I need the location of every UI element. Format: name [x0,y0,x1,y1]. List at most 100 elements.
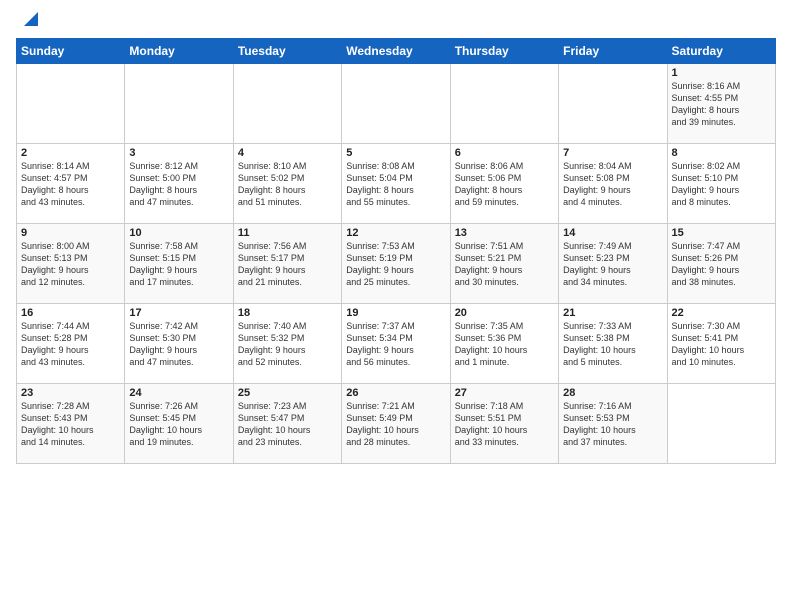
day-info: Sunrise: 7:26 AM Sunset: 5:45 PM Dayligh… [129,400,228,449]
day-number: 11 [238,227,337,239]
calendar-cell: 26Sunrise: 7:21 AM Sunset: 5:49 PM Dayli… [342,384,450,464]
calendar-cell: 11Sunrise: 7:56 AM Sunset: 5:17 PM Dayli… [233,224,341,304]
day-info: Sunrise: 7:37 AM Sunset: 5:34 PM Dayligh… [346,320,445,369]
day-info: Sunrise: 7:28 AM Sunset: 5:43 PM Dayligh… [21,400,120,449]
day-info: Sunrise: 8:08 AM Sunset: 5:04 PM Dayligh… [346,160,445,209]
day-info: Sunrise: 7:16 AM Sunset: 5:53 PM Dayligh… [563,400,662,449]
calendar-cell: 3Sunrise: 8:12 AM Sunset: 5:00 PM Daylig… [125,144,233,224]
day-info: Sunrise: 7:33 AM Sunset: 5:38 PM Dayligh… [563,320,662,369]
day-header-friday: Friday [559,39,667,64]
day-number: 19 [346,307,445,319]
calendar-cell [342,64,450,144]
day-number: 6 [455,147,554,159]
day-info: Sunrise: 7:53 AM Sunset: 5:19 PM Dayligh… [346,240,445,289]
calendar-cell: 19Sunrise: 7:37 AM Sunset: 5:34 PM Dayli… [342,304,450,384]
day-number: 28 [563,387,662,399]
calendar-cell: 28Sunrise: 7:16 AM Sunset: 5:53 PM Dayli… [559,384,667,464]
calendar-cell: 20Sunrise: 7:35 AM Sunset: 5:36 PM Dayli… [450,304,558,384]
calendar-cell: 14Sunrise: 7:49 AM Sunset: 5:23 PM Dayli… [559,224,667,304]
day-info: Sunrise: 7:18 AM Sunset: 5:51 PM Dayligh… [455,400,554,449]
day-number: 12 [346,227,445,239]
day-number: 23 [21,387,120,399]
calendar-cell [559,64,667,144]
calendar-week-3: 9Sunrise: 8:00 AM Sunset: 5:13 PM Daylig… [17,224,776,304]
day-number: 16 [21,307,120,319]
calendar-week-1: 1Sunrise: 8:16 AM Sunset: 4:55 PM Daylig… [17,64,776,144]
calendar-cell: 12Sunrise: 7:53 AM Sunset: 5:19 PM Dayli… [342,224,450,304]
day-number: 1 [672,67,771,79]
day-info: Sunrise: 7:47 AM Sunset: 5:26 PM Dayligh… [672,240,771,289]
day-number: 26 [346,387,445,399]
day-number: 25 [238,387,337,399]
day-number: 24 [129,387,228,399]
calendar-cell: 24Sunrise: 7:26 AM Sunset: 5:45 PM Dayli… [125,384,233,464]
day-info: Sunrise: 8:10 AM Sunset: 5:02 PM Dayligh… [238,160,337,209]
calendar-cell [450,64,558,144]
calendar-week-5: 23Sunrise: 7:28 AM Sunset: 5:43 PM Dayli… [17,384,776,464]
day-info: Sunrise: 8:02 AM Sunset: 5:10 PM Dayligh… [672,160,771,209]
day-info: Sunrise: 7:44 AM Sunset: 5:28 PM Dayligh… [21,320,120,369]
day-number: 10 [129,227,228,239]
calendar-cell [17,64,125,144]
day-number: 22 [672,307,771,319]
day-info: Sunrise: 7:49 AM Sunset: 5:23 PM Dayligh… [563,240,662,289]
day-info: Sunrise: 7:58 AM Sunset: 5:15 PM Dayligh… [129,240,228,289]
day-number: 18 [238,307,337,319]
day-number: 8 [672,147,771,159]
day-header-wednesday: Wednesday [342,39,450,64]
calendar-cell: 1Sunrise: 8:16 AM Sunset: 4:55 PM Daylig… [667,64,775,144]
day-info: Sunrise: 7:42 AM Sunset: 5:30 PM Dayligh… [129,320,228,369]
day-info: Sunrise: 7:35 AM Sunset: 5:36 PM Dayligh… [455,320,554,369]
day-info: Sunrise: 7:21 AM Sunset: 5:49 PM Dayligh… [346,400,445,449]
calendar-cell: 27Sunrise: 7:18 AM Sunset: 5:51 PM Dayli… [450,384,558,464]
day-info: Sunrise: 8:06 AM Sunset: 5:06 PM Dayligh… [455,160,554,209]
page: SundayMondayTuesdayWednesdayThursdayFrid… [0,0,792,612]
calendar-header-row: SundayMondayTuesdayWednesdayThursdayFrid… [17,39,776,64]
day-info: Sunrise: 7:51 AM Sunset: 5:21 PM Dayligh… [455,240,554,289]
day-info: Sunrise: 8:14 AM Sunset: 4:57 PM Dayligh… [21,160,120,209]
logo-icon [20,8,42,30]
calendar-week-4: 16Sunrise: 7:44 AM Sunset: 5:28 PM Dayli… [17,304,776,384]
day-info: Sunrise: 7:23 AM Sunset: 5:47 PM Dayligh… [238,400,337,449]
day-number: 4 [238,147,337,159]
calendar-cell: 23Sunrise: 7:28 AM Sunset: 5:43 PM Dayli… [17,384,125,464]
day-number: 7 [563,147,662,159]
day-number: 5 [346,147,445,159]
calendar-cell: 9Sunrise: 8:00 AM Sunset: 5:13 PM Daylig… [17,224,125,304]
logo [16,12,42,30]
day-number: 14 [563,227,662,239]
day-header-monday: Monday [125,39,233,64]
day-info: Sunrise: 7:30 AM Sunset: 5:41 PM Dayligh… [672,320,771,369]
day-number: 9 [21,227,120,239]
day-number: 21 [563,307,662,319]
day-number: 3 [129,147,228,159]
calendar-cell: 6Sunrise: 8:06 AM Sunset: 5:06 PM Daylig… [450,144,558,224]
day-header-saturday: Saturday [667,39,775,64]
day-header-tuesday: Tuesday [233,39,341,64]
calendar-cell [125,64,233,144]
calendar-cell: 8Sunrise: 8:02 AM Sunset: 5:10 PM Daylig… [667,144,775,224]
calendar-cell: 15Sunrise: 7:47 AM Sunset: 5:26 PM Dayli… [667,224,775,304]
day-info: Sunrise: 7:56 AM Sunset: 5:17 PM Dayligh… [238,240,337,289]
header [16,12,776,30]
day-info: Sunrise: 8:16 AM Sunset: 4:55 PM Dayligh… [672,80,771,129]
calendar-cell: 18Sunrise: 7:40 AM Sunset: 5:32 PM Dayli… [233,304,341,384]
day-header-sunday: Sunday [17,39,125,64]
day-number: 27 [455,387,554,399]
calendar-cell [667,384,775,464]
day-number: 20 [455,307,554,319]
calendar-cell: 5Sunrise: 8:08 AM Sunset: 5:04 PM Daylig… [342,144,450,224]
day-info: Sunrise: 8:04 AM Sunset: 5:08 PM Dayligh… [563,160,662,209]
calendar-cell: 17Sunrise: 7:42 AM Sunset: 5:30 PM Dayli… [125,304,233,384]
day-header-thursday: Thursday [450,39,558,64]
day-info: Sunrise: 8:00 AM Sunset: 5:13 PM Dayligh… [21,240,120,289]
calendar-cell: 25Sunrise: 7:23 AM Sunset: 5:47 PM Dayli… [233,384,341,464]
calendar-cell: 16Sunrise: 7:44 AM Sunset: 5:28 PM Dayli… [17,304,125,384]
calendar-cell: 4Sunrise: 8:10 AM Sunset: 5:02 PM Daylig… [233,144,341,224]
calendar-cell: 7Sunrise: 8:04 AM Sunset: 5:08 PM Daylig… [559,144,667,224]
day-info: Sunrise: 7:40 AM Sunset: 5:32 PM Dayligh… [238,320,337,369]
calendar-cell: 21Sunrise: 7:33 AM Sunset: 5:38 PM Dayli… [559,304,667,384]
calendar-cell [233,64,341,144]
day-info: Sunrise: 8:12 AM Sunset: 5:00 PM Dayligh… [129,160,228,209]
calendar-week-2: 2Sunrise: 8:14 AM Sunset: 4:57 PM Daylig… [17,144,776,224]
